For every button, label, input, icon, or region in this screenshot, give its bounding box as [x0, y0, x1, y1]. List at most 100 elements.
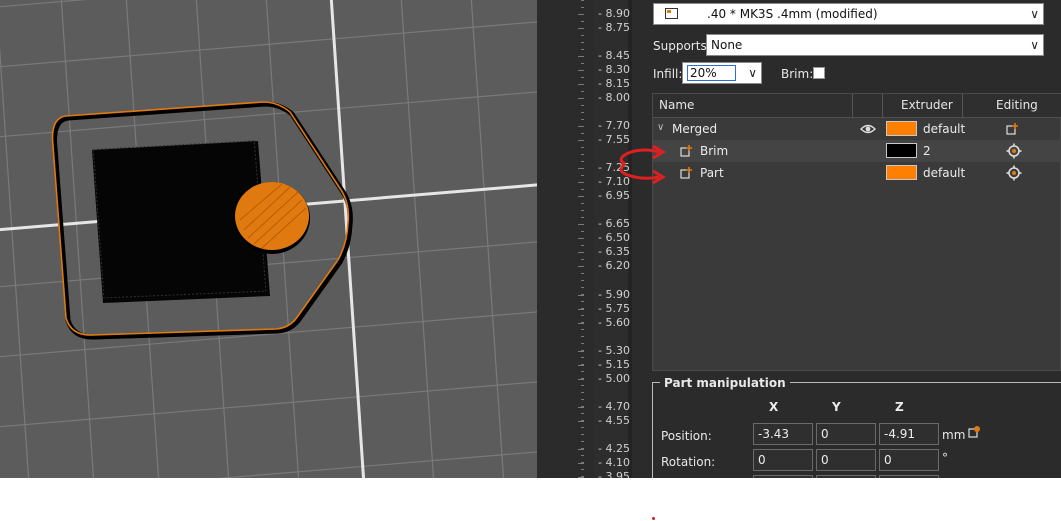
item-name: Brim — [700, 144, 729, 158]
slider-tick-label: - 4.25 — [598, 442, 630, 455]
slider-minor-tick — [581, 329, 584, 330]
slider-tick-label: - 5.60 — [598, 316, 630, 329]
rotation-label: Rotation: — [661, 455, 716, 469]
slider-minor-tick — [581, 280, 584, 281]
eye-icon[interactable] — [860, 123, 876, 135]
slider-tick — [578, 323, 584, 324]
3d-viewport[interactable] — [0, 0, 537, 478]
rotation-z-input[interactable]: 0 — [879, 449, 939, 471]
slider-tick-label: - 4.55 — [598, 414, 630, 427]
scale-z-input[interactable] — [879, 475, 939, 478]
extruder-color-swatch[interactable] — [886, 121, 917, 136]
slider-minor-tick — [581, 357, 584, 358]
layer-height-slider[interactable]: - 8.90- 8.75 - 8.45- 8.30- 8.15- 8.00 - 7.… — [537, 0, 647, 478]
list-item-brim[interactable]: Brim 2 — [653, 140, 1061, 162]
supports-select[interactable]: None ∨ — [706, 34, 1044, 56]
slider-minor-tick — [581, 308, 584, 309]
extruder-color-swatch[interactable] — [886, 143, 917, 158]
column-editing[interactable]: Editing — [996, 94, 1038, 118]
slider-minor-tick — [581, 56, 584, 57]
slider-minor-tick — [581, 315, 584, 316]
slider-tick — [578, 365, 584, 366]
rotation-x-input[interactable]: 0 — [753, 449, 813, 471]
printer-profile-select[interactable]: .40 * MK3S .4mm (modified) ∨ — [653, 3, 1044, 25]
slider-tick-label: - 6.20 — [598, 259, 630, 272]
column-extruder[interactable]: Extruder — [901, 94, 953, 118]
slider-minor-tick — [581, 21, 584, 22]
list-item-merged[interactable]: ∨ Merged default — [653, 118, 1061, 140]
rotation-unit: ° — [942, 451, 948, 465]
position-y-input[interactable]: 0 — [816, 423, 876, 445]
object-list[interactable]: Name Extruder Editing ∨ Merged default B… — [619, 93, 1061, 371]
slider-tick-label: - 6.50 — [598, 231, 630, 244]
slider-minor-tick — [581, 70, 584, 71]
chevron-down-icon[interactable]: ∨ — [657, 121, 664, 135]
extruder-value: default — [923, 166, 966, 180]
slider-tick — [578, 379, 584, 380]
print-bed-scene[interactable] — [0, 0, 537, 478]
scale-y-input[interactable] — [816, 475, 876, 478]
slider-tick-label: - 8.75 — [598, 21, 630, 34]
slider-tick — [578, 421, 584, 422]
item-name: Part — [700, 166, 724, 180]
slider-tick-label: - 5.75 — [598, 302, 630, 315]
supports-value: None — [711, 38, 743, 52]
infill-value[interactable]: 20% — [687, 65, 736, 81]
chevron-down-icon[interactable]: ∨ — [1030, 35, 1039, 55]
brim-checkbox[interactable] — [813, 67, 825, 79]
slider-minor-tick — [581, 406, 584, 407]
slider-minor-tick — [581, 238, 584, 239]
slider-minor-tick — [581, 42, 584, 43]
slider-minor-tick — [581, 399, 584, 400]
item-name: Merged — [672, 122, 718, 136]
slider-tick-label: - 3.95 — [598, 470, 630, 479]
slider-minor-tick — [581, 91, 584, 92]
extruder-value: 2 — [923, 144, 931, 158]
chevron-down-icon[interactable]: ∨ — [1030, 4, 1039, 24]
slider-tick — [578, 295, 584, 296]
slider-minor-tick — [581, 441, 584, 442]
supports-label: Supports: — [653, 39, 711, 53]
column-name[interactable]: Name — [659, 94, 694, 118]
slider-minor-tick — [581, 287, 584, 288]
slider-minor-tick — [581, 105, 584, 106]
slider-minor-tick — [581, 245, 584, 246]
slider-minor-tick — [581, 168, 584, 169]
list-item-part[interactable]: Part default — [653, 162, 1061, 184]
slider-tick-label: - 8.90 — [598, 7, 630, 20]
slider-minor-tick — [581, 147, 584, 148]
slider-tick-label: - 5.00 — [598, 372, 630, 385]
slider-minor-tick — [581, 210, 584, 211]
scale-x-input[interactable] — [753, 475, 813, 478]
slider-minor-tick — [581, 63, 584, 64]
slider-tick-label: - 5.30 — [598, 344, 630, 357]
slider-tick — [578, 351, 584, 352]
position-z-input[interactable]: -4.91 — [879, 423, 939, 445]
position-label: Position: — [661, 429, 712, 443]
slider-minor-tick — [581, 378, 584, 379]
annotation-arrow — [619, 144, 666, 185]
axis-x-label: X — [769, 400, 779, 414]
rotation-y-input[interactable]: 0 — [816, 449, 876, 471]
slider-minor-tick — [581, 28, 584, 29]
slider-minor-tick — [581, 413, 584, 414]
infill-select[interactable]: 20% ∨ — [682, 62, 762, 84]
slider-minor-tick — [581, 455, 584, 456]
slider-tick-label: - 8.30 — [598, 63, 630, 76]
axis-y-label: Y — [832, 400, 841, 414]
gear-icon[interactable] — [1006, 165, 1022, 181]
slider-tick — [578, 407, 584, 408]
edit-settings-icon[interactable] — [1006, 122, 1020, 136]
drop-to-bed-icon[interactable] — [968, 425, 982, 439]
slider-minor-tick — [581, 189, 584, 190]
extruder-color-swatch[interactable] — [886, 165, 917, 180]
chevron-down-icon[interactable]: ∨ — [748, 63, 757, 83]
slider-tick-label: - 4.10 — [598, 456, 630, 469]
slider-minor-tick — [581, 252, 584, 253]
slider-tick-label: - 8.15 — [598, 77, 630, 90]
slider-minor-tick — [581, 434, 584, 435]
brim-label: Brim: — [781, 67, 814, 81]
gear-icon[interactable] — [1006, 143, 1022, 159]
slider-minor-tick — [581, 371, 584, 372]
position-x-input[interactable]: -3.43 — [753, 423, 813, 445]
